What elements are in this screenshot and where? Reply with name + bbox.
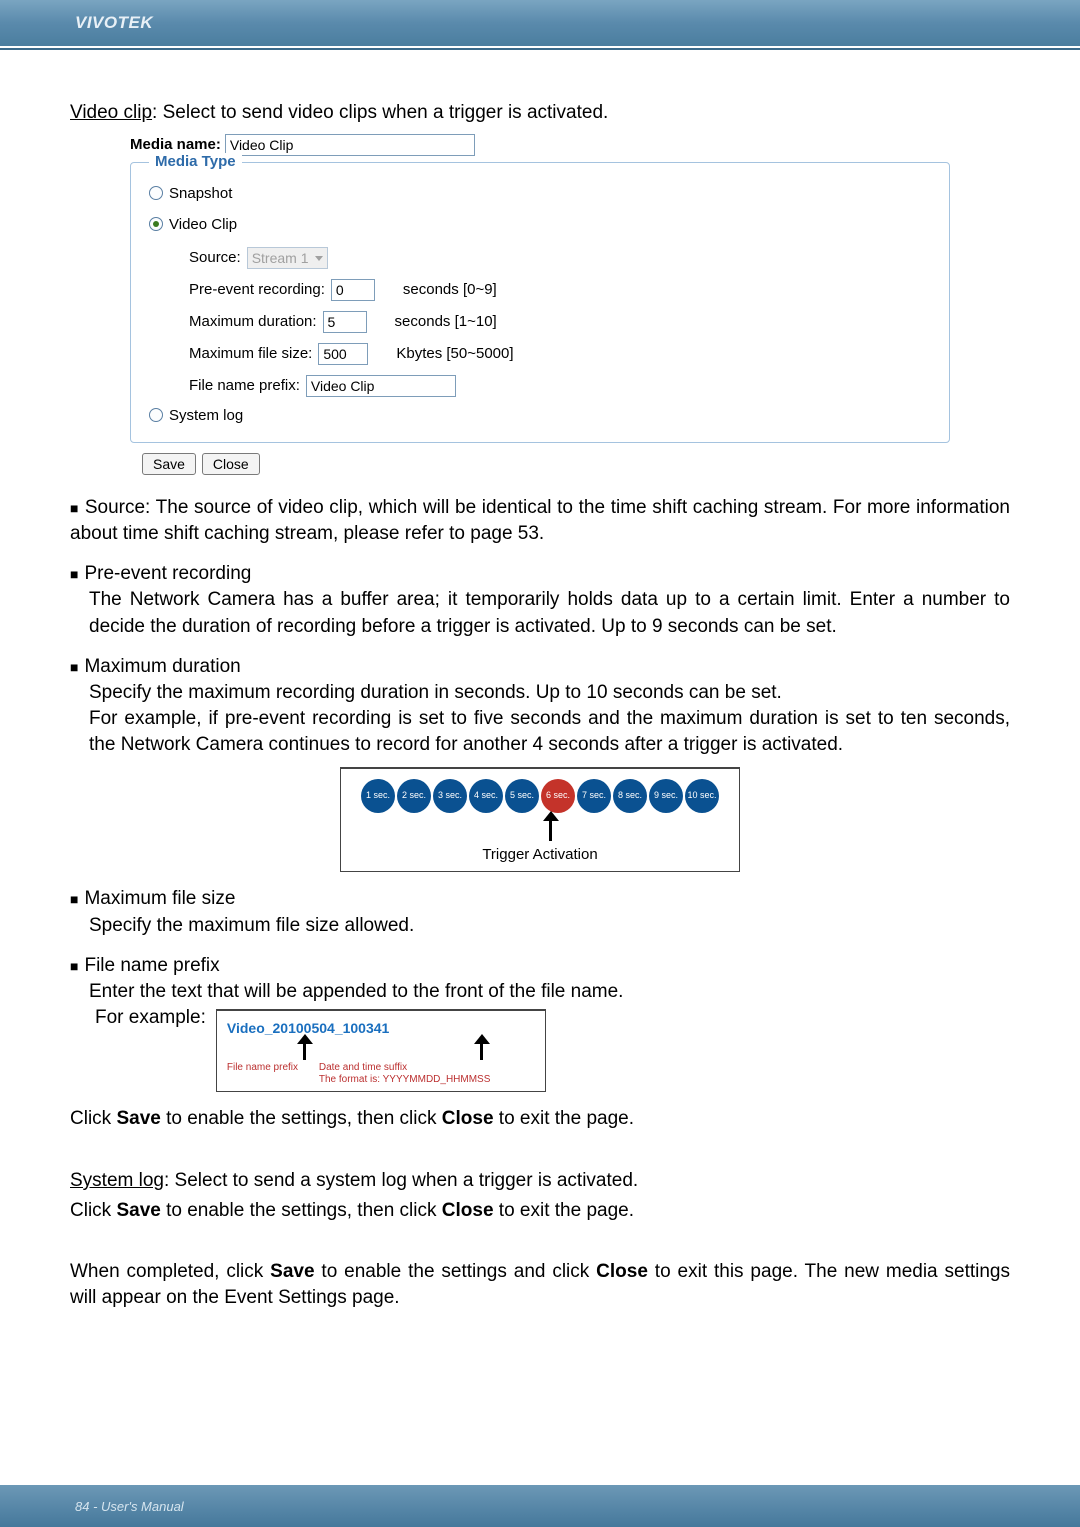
maxsize-body: Specify the maximum file size allowed. [89, 913, 1010, 939]
timeline-sec-2: 2 sec. [397, 779, 431, 813]
bullet-icon: ■ [70, 958, 78, 974]
preevent-body: The Network Camera has a buffer area; it… [89, 587, 1010, 639]
save-button[interactable]: Save [142, 453, 196, 475]
maxdur-row: Maximum duration: seconds [1~10] [189, 311, 931, 333]
timeline-sec-3: 3 sec. [433, 779, 467, 813]
timeline-sec-6: 6 sec. [541, 779, 575, 813]
arrow-up-icon [480, 1042, 483, 1060]
syslog-desc: : Select to send a system log when a tri… [164, 1170, 638, 1191]
systemlog-radio[interactable] [149, 408, 163, 422]
filename-example-box: Video_20100504_100341 File name prefix D… [216, 1009, 546, 1092]
source-body: The source of video clip, which will be … [70, 497, 1010, 544]
videoclip-intro: Video clip: Select to send video clips w… [70, 100, 1010, 126]
tail-p2: Click Save to enable the settings, then … [70, 1198, 1010, 1224]
page-header: VIVOTEK [0, 0, 1080, 46]
maxsize-row: Maximum file size: Kbytes [50~5000] [189, 343, 931, 365]
brand-label: VIVOTEK [75, 13, 153, 33]
prefix-label: File name prefix: [189, 377, 300, 394]
snapshot-radio[interactable] [149, 186, 163, 200]
snapshot-radio-row[interactable]: Snapshot [149, 185, 931, 202]
maxdur-body2: For example, if pre-event recording is s… [89, 706, 1010, 758]
timeline-caption: Trigger Activation [349, 845, 731, 866]
bullet-maxdur: ■ Maximum duration Specify the maximum re… [70, 654, 1010, 873]
close-button[interactable]: Close [202, 453, 260, 475]
maxdur-input[interactable] [323, 311, 367, 333]
media-settings-panel: Media name: Media Type Snapshot Video Cl… [130, 134, 950, 475]
prefix-body: Enter the text that will be appended to … [89, 979, 1010, 1005]
arrow-up-icon [549, 819, 552, 841]
maxdur-title: Maximum duration [84, 656, 240, 677]
footer-text: 84 - User's Manual [75, 1499, 184, 1514]
button-row: Save Close [142, 453, 950, 475]
maxsize-input[interactable] [318, 343, 368, 365]
tail-syslog: System log: Select to send a system log … [70, 1168, 1010, 1194]
maxsize-title: Maximum file size [84, 888, 235, 909]
maxsize-label: Maximum file size: [189, 345, 312, 362]
preevent-suffix: seconds [0~9] [403, 281, 497, 298]
preevent-input[interactable] [331, 279, 375, 301]
media-type-fieldset: Media Type Snapshot Video Clip Source: S… [130, 162, 950, 443]
timeline-sec-1: 1 sec. [361, 779, 395, 813]
maxdur-body1: Specify the maximum recording duration i… [89, 680, 1010, 706]
save-word: Save [116, 1108, 160, 1129]
bullet-maxsize: ■ Maximum file size Specify the maximum f… [70, 886, 1010, 938]
prefix-row: File name prefix: [189, 375, 931, 397]
bullet-icon: ■ [70, 659, 78, 675]
arrow-up-icon [303, 1042, 306, 1060]
bullet-preevent: ■ Pre-event recording The Network Camera … [70, 561, 1010, 640]
maxdur-label: Maximum duration: [189, 313, 317, 330]
timeline-sec-8: 8 sec. [613, 779, 647, 813]
bullet-source: ■ Source: The source of video clip, which… [70, 495, 1010, 547]
bullet-prefix: ■ File name prefix Enter the text that wi… [70, 953, 1010, 1093]
systemlog-label: System log [169, 407, 243, 424]
timeline-sec-5: 5 sec. [505, 779, 539, 813]
bullet-icon: ■ [70, 500, 79, 516]
example-prefix-label: File name prefix [227, 1062, 313, 1085]
example-legend: File name prefix Date and time suffix Th… [227, 1062, 535, 1085]
videoclip-desc: : Select to send video clips when a trig… [152, 102, 608, 123]
systemlog-radio-row[interactable]: System log [149, 407, 931, 424]
media-name-input[interactable] [225, 134, 475, 156]
bullet-icon: ■ [70, 891, 78, 907]
maxdur-suffix: seconds [1~10] [395, 313, 497, 330]
media-type-legend: Media Type [149, 153, 242, 170]
timeline-circles: 1 sec. 2 sec. 3 sec. 4 sec. 5 sec. 6 sec… [349, 779, 731, 813]
timeline-sec-9: 9 sec. [649, 779, 683, 813]
tail-p1: Click Save to enable the settings, then … [70, 1106, 1010, 1132]
videoclip-label: Video clip [70, 102, 152, 123]
timeline-sec-10: 10 sec. [685, 779, 719, 813]
snapshot-label: Snapshot [169, 185, 232, 202]
page-footer: 84 - User's Manual [0, 1485, 1080, 1527]
source-label: Source: [189, 249, 241, 266]
source-select[interactable]: Stream 1 [247, 247, 328, 269]
bullet-list: ■ Source: The source of video clip, which… [70, 495, 1010, 1093]
timeline-sec-7: 7 sec. [577, 779, 611, 813]
example-suffix1: Date and time suffix [319, 1062, 407, 1073]
preevent-label: Pre-event recording: [189, 281, 325, 298]
example-suffix2: The format is: YYYYMMDD_HHMMSS [319, 1074, 491, 1085]
source-title: Source: [85, 497, 156, 518]
example-arrows [251, 1042, 535, 1060]
timeline-sec-4: 4 sec. [469, 779, 503, 813]
media-name-label: Media name: [130, 136, 221, 153]
timeline-figure: 1 sec. 2 sec. 3 sec. 4 sec. 5 sec. 6 sec… [340, 767, 740, 873]
videoclip-radio-row[interactable]: Video Clip [149, 216, 931, 233]
tail-p3: When completed, click Save to enable the… [70, 1259, 1010, 1310]
page-content: Video clip: Select to send video clips w… [0, 50, 1080, 1335]
for-example-label: For example: [95, 1005, 206, 1031]
bullet-icon: ■ [70, 566, 78, 582]
maxsize-suffix: Kbytes [50~5000] [396, 345, 513, 362]
videoclip-sub-settings: Source: Stream 1 Pre-event recording: se… [189, 247, 931, 397]
close-word: Close [442, 1108, 494, 1129]
videoclip-label: Video Clip [169, 216, 237, 233]
prefix-title: File name prefix [84, 955, 219, 976]
preevent-row: Pre-event recording: seconds [0~9] [189, 279, 931, 301]
media-name-row: Media name: [130, 134, 950, 156]
source-row: Source: Stream 1 [189, 247, 931, 269]
videoclip-radio[interactable] [149, 217, 163, 231]
preevent-title: Pre-event recording [84, 563, 251, 584]
prefix-input[interactable] [306, 375, 456, 397]
syslog-label: System log [70, 1170, 164, 1191]
example-suffix-labels: Date and time suffix The format is: YYYY… [319, 1062, 491, 1085]
